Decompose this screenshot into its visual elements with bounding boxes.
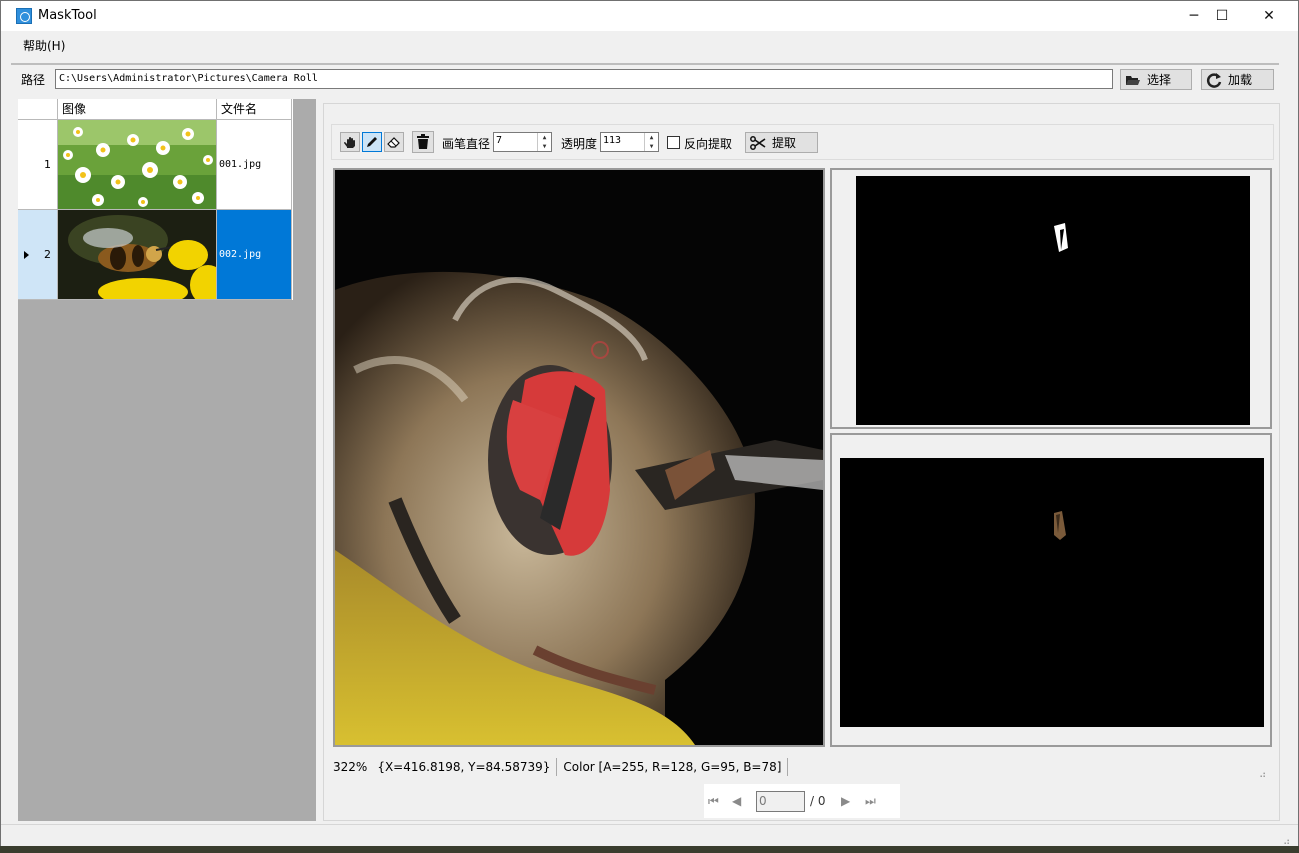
spin-down-icon[interactable]: ▼ [645,142,658,151]
pan-tool-button[interactable] [340,132,360,152]
row-filename: 001.jpg [217,120,292,210]
scissors-icon [750,135,766,150]
pixel-color: Color [A=255, R=128, G=95, B=78] [563,760,782,774]
close-button[interactable]: ✕ [1246,1,1292,31]
first-page-icon[interactable]: ⏮ [708,794,719,809]
status-bar [1,824,1298,846]
prev-page-icon[interactable]: ◀ [732,794,741,808]
hand-icon [344,137,355,148]
menu-bar: 帮助(H) [1,31,1298,59]
window-title: MaskTool [38,8,97,23]
main-canvas[interactable] [333,168,825,747]
brush-tool-button[interactable] [362,132,382,152]
zoom-level: 322% [333,760,368,774]
opacity-label: 透明度 [561,137,598,151]
select-folder-button[interactable]: 选择 [1120,69,1192,90]
spin-up-icon[interactable]: ▲ [645,133,658,142]
page-total: / 0 [810,794,826,808]
clear-button[interactable] [412,131,434,153]
load-button[interactable]: 加载 [1201,69,1274,90]
result-preview [830,433,1272,747]
grid-header: 图像 文件名 [18,99,293,120]
grid-header-image[interactable]: 图像 [58,99,217,120]
next-page-icon[interactable]: ▶ [841,794,850,808]
current-row-arrow-icon [24,251,29,259]
refresh-icon [1206,72,1222,88]
opacity-stepper[interactable]: 113 ▲ ▼ [600,132,659,152]
canvas-status: 322% {X=416.8198, Y=84.58739} Color [A=2… [333,757,794,777]
page-number-input[interactable]: 0 [756,791,805,812]
table-row[interactable]: 1 001.jpg [18,120,293,210]
load-label: 加载 [1228,73,1253,87]
eraser-tool-button[interactable] [384,132,404,152]
panel-resize-grip-icon[interactable] [1259,764,1269,774]
mask-preview [830,168,1272,429]
row-index-label: 2 [44,248,51,261]
pencil-icon [367,137,377,147]
brush-size-stepper[interactable]: 7 ▲ ▼ [493,132,552,152]
last-page-icon[interactable]: ⏭ [865,794,876,809]
menu-help[interactable]: 帮助(H) [23,37,65,54]
result-image [832,435,1270,745]
brush-size-spin-buttons[interactable]: ▲ ▼ [537,133,551,151]
path-label: 路径 [21,73,46,87]
pager: ⏮ ◀ 0 / 0 ▶ ⏭ [704,784,900,818]
opacity-spin-buttons[interactable]: ▲ ▼ [644,133,658,151]
brush-size-label: 画笔直径 [442,137,491,151]
image-grid: 图像 文件名 1 001.jpg 2 002.jpg [18,99,293,300]
editor-toolbar: 画笔直径 7 ▲ ▼ 透明度 113 ▲ ▼ 反向提取 提取 [331,124,1274,160]
extract-label: 提取 [772,136,797,150]
select-folder-label: 选择 [1147,73,1172,87]
row-thumbnail-bee [58,210,217,300]
maximize-button[interactable]: ☐ [1199,1,1245,31]
trash-icon [417,134,429,149]
grid-header-index [18,99,58,120]
editor-panel: 画笔直径 7 ▲ ▼ 透明度 113 ▲ ▼ 反向提取 提取 322% {X=4… [323,103,1280,821]
path-bar: 路径 C:\Users\Administrator\Pictures\Camer… [11,63,1279,93]
image-list-panel: 图像 文件名 1 001.jpg 2 002.jpg [18,99,316,821]
cursor-coords: {X=416.8198, Y=84.58739} [377,760,551,774]
app-window: MaskTool ─ ☐ ✕ 帮助(H) 路径 C:\Users\Adminis… [0,0,1299,846]
grid-header-filename[interactable]: 文件名 [217,99,292,120]
status-divider [787,758,789,776]
spin-up-icon[interactable]: ▲ [538,133,551,142]
brush-size-value: 7 [496,135,503,146]
eraser-icon [387,137,400,148]
mask-image [832,170,1270,427]
row-filename: 002.jpg [217,210,292,300]
row-index: 2 [18,210,58,300]
path-input[interactable]: C:\Users\Administrator\Pictures\Camera R… [55,69,1113,89]
spin-down-icon[interactable]: ▼ [538,142,551,151]
window-resize-grip-icon[interactable] [1283,831,1293,841]
opacity-value: 113 [603,135,622,146]
invert-checkbox[interactable] [667,136,680,149]
row-index: 1 [18,120,58,210]
app-icon [16,8,32,24]
table-row[interactable]: 2 002.jpg [18,210,293,300]
row-thumbnail-daisies [58,120,217,210]
invert-label[interactable]: 反向提取 [684,135,732,152]
source-image [335,170,823,745]
folder-open-icon [1126,75,1140,85]
extract-button[interactable]: 提取 [745,132,818,153]
title-bar: MaskTool ─ ☐ ✕ [1,1,1298,31]
status-divider [556,758,558,776]
